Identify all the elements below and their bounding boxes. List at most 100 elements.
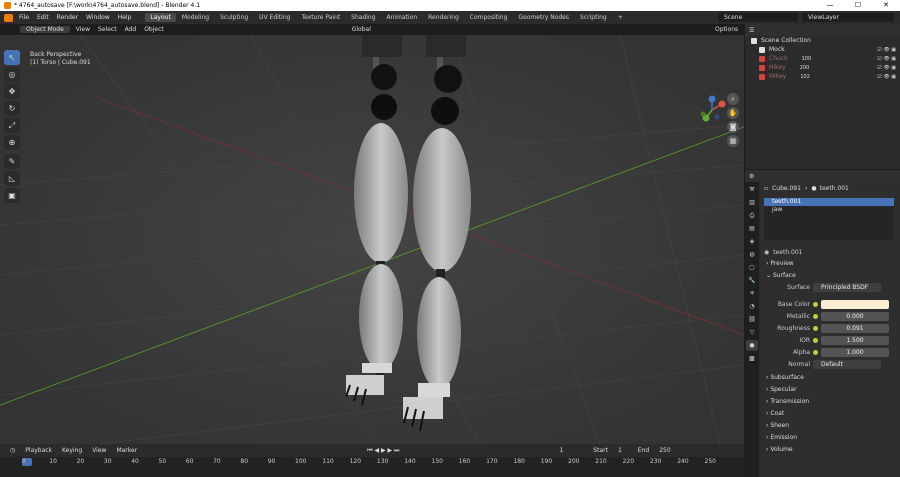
properties-editor-icon[interactable]: ⚙ — [749, 173, 754, 180]
scene-tab-icon[interactable]: ◈ — [746, 236, 758, 247]
section-sheen[interactable]: › Sheen — [760, 420, 900, 432]
annotate-icon[interactable]: ✎ — [4, 154, 20, 169]
workspace-tab-compositing[interactable]: Compositing — [465, 13, 513, 22]
section-volume[interactable]: › Volume — [760, 444, 900, 456]
section-emission[interactable]: › Emission — [760, 432, 900, 444]
view-layer-tab-icon[interactable]: ▤ — [746, 223, 758, 234]
outliner-item[interactable]: Chuck 100 ☑ 👁 ▣ — [745, 54, 900, 63]
maximize-button[interactable]: ☐ — [844, 0, 872, 11]
viewport-menu-select[interactable]: Select — [98, 26, 117, 33]
texture-tab-icon[interactable]: ▩ — [746, 353, 758, 364]
current-frame-field[interactable]: 1 — [559, 447, 563, 454]
material-slot-jaw[interactable]: jaw — [764, 206, 894, 214]
viewport-menu-object[interactable]: Object — [144, 26, 164, 33]
viewport-menu-add[interactable]: Add — [125, 26, 137, 33]
render-tab-icon[interactable]: ▥ — [746, 197, 758, 208]
options-button[interactable]: Options — [715, 26, 738, 33]
constraints-tab-icon[interactable]: ⛓ — [746, 314, 758, 325]
outliner-item[interactable]: Hikey 200 ☑ 👁 ▣ — [745, 63, 900, 72]
alpha-value[interactable]: 1.000 — [821, 348, 889, 357]
scene-selector[interactable]: Scene — [718, 13, 798, 22]
mode-selector[interactable]: Object Mode — [20, 26, 70, 33]
workspace-tab-add[interactable]: + — [613, 13, 628, 22]
add-cube-icon[interactable]: ▣ — [4, 188, 20, 203]
start-field[interactable]: 1 — [618, 447, 622, 454]
minimize-button[interactable]: — — [816, 0, 844, 11]
material-datablock[interactable]: ◉ teeth.001 — [760, 246, 900, 258]
transform-orientation[interactable]: Global — [352, 26, 371, 33]
select-cursor-icon[interactable]: ↖ — [4, 50, 20, 65]
zoom-icon[interactable]: ⌕ — [727, 93, 739, 105]
workspace-tab-geometry-nodes[interactable]: Geometry Nodes — [513, 13, 574, 22]
timeline-menu-marker[interactable]: Marker — [116, 447, 137, 454]
viewport-menu-view[interactable]: View — [76, 26, 90, 33]
scene-collection-row[interactable]: Scene Collection — [745, 36, 900, 45]
visibility-toggles[interactable]: ☑ 👁 ▣ — [877, 74, 896, 80]
socket-icon[interactable] — [813, 302, 818, 307]
section-specular[interactable]: › Specular — [760, 384, 900, 396]
outliner-filter-icon[interactable]: ☰ — [749, 27, 754, 34]
navigation-gizmo[interactable] — [697, 95, 727, 125]
material-tab-icon[interactable]: ● — [746, 340, 758, 351]
tool-tab-icon[interactable]: ⚒ — [746, 184, 758, 195]
blender-menu-icon[interactable] — [4, 13, 13, 22]
preview-section[interactable]: › Preview — [760, 258, 900, 270]
grid-view-icon[interactable]: ▦ — [727, 135, 739, 147]
menu-window[interactable]: Window — [86, 14, 110, 21]
camera-icon[interactable]: ◙ — [727, 121, 739, 133]
workspace-tab-texture-paint[interactable]: Texture Paint — [296, 13, 345, 22]
transform-icon[interactable]: ⊕ — [4, 135, 20, 150]
modifier-tab-icon[interactable]: 🔧 — [746, 275, 758, 286]
particles-tab-icon[interactable]: ✳ — [746, 288, 758, 299]
cursor-3d-icon[interactable]: ◎ — [4, 67, 20, 82]
roughness-value[interactable]: 0.091 — [821, 324, 889, 333]
measure-icon[interactable]: ◺ — [4, 171, 20, 186]
workspace-tab-modeling[interactable]: Modeling — [177, 13, 214, 22]
ior-value[interactable]: 1.500 — [821, 336, 889, 345]
menu-help[interactable]: Help — [118, 14, 132, 21]
section-coat[interactable]: › Coat — [760, 408, 900, 420]
material-slot-list[interactable]: teeth.001 jaw — [764, 198, 894, 240]
physics-tab-icon[interactable]: ◔ — [746, 301, 758, 312]
move-icon[interactable]: ✥ — [4, 84, 20, 99]
data-tab-icon[interactable]: ▽ — [746, 327, 758, 338]
base-color-value[interactable] — [821, 300, 889, 309]
metallic-value[interactable]: 0.000 — [821, 312, 889, 321]
menu-file[interactable]: File — [19, 14, 29, 21]
workspace-tab-scripting[interactable]: Scripting — [575, 13, 612, 22]
menu-render[interactable]: Render — [57, 14, 78, 21]
scale-icon[interactable]: ⤢ — [4, 118, 20, 133]
timeline-editor-icon[interactable]: ◷ — [10, 447, 15, 454]
outliner-item[interactable]: Mock ☑ 👁 ▣ — [745, 45, 900, 54]
pan-hand-icon[interactable]: ✋ — [727, 107, 739, 119]
object-tab-icon[interactable]: ▢ — [746, 262, 758, 273]
socket-icon[interactable] — [813, 314, 818, 319]
menu-edit[interactable]: Edit — [37, 14, 49, 21]
section-transmission[interactable]: › Transmission — [760, 396, 900, 408]
socket-icon[interactable] — [813, 350, 818, 355]
workspace-tab-rendering[interactable]: Rendering — [423, 13, 464, 22]
timeline-menu-keying[interactable]: Keying — [62, 447, 82, 454]
rotate-icon[interactable]: ↻ — [4, 101, 20, 116]
workspace-tab-sculpting[interactable]: Sculpting — [215, 13, 253, 22]
viewlayer-selector[interactable]: ViewLayer — [802, 13, 894, 22]
timeline-menu-view[interactable]: View — [92, 447, 106, 454]
close-button[interactable]: ✕ — [872, 0, 900, 11]
normal-select[interactable]: Default — [813, 360, 881, 369]
timeline-track[interactable]: 0 10 20 30 40 50 60 70 80 90 100 110 120 130 140 150 160… — [0, 457, 744, 477]
workspace-tab-layout[interactable]: Layout — [145, 13, 176, 22]
material-slot-teeth[interactable]: teeth.001 — [764, 198, 894, 206]
visibility-toggles[interactable]: ☑ 👁 ▣ — [877, 65, 896, 71]
timeline-menu-playback[interactable]: Playback — [25, 447, 52, 454]
playback-controls[interactable]: ⏮ ◀ ▶ ▶ ⏭ — [367, 447, 399, 455]
3d-viewport[interactable]: Back Perspective (1) Torso | Cube.091 ⌕ … — [0, 35, 744, 444]
surface-shader-select[interactable]: Principled BSDF — [813, 283, 881, 292]
world-tab-icon[interactable]: ◍ — [746, 249, 758, 260]
workspace-tab-animation[interactable]: Animation — [382, 13, 423, 22]
workspace-tab-shading[interactable]: Shading — [346, 13, 380, 22]
section-subsurface[interactable]: › Subsurface — [760, 372, 900, 384]
visibility-toggles[interactable]: ☑ 👁 ▣ — [877, 47, 896, 53]
outliner-item[interactable]: Mikey 102 ☑ 👁 ▣ — [745, 72, 900, 81]
output-tab-icon[interactable]: ⎙ — [746, 210, 758, 221]
socket-icon[interactable] — [813, 326, 818, 331]
